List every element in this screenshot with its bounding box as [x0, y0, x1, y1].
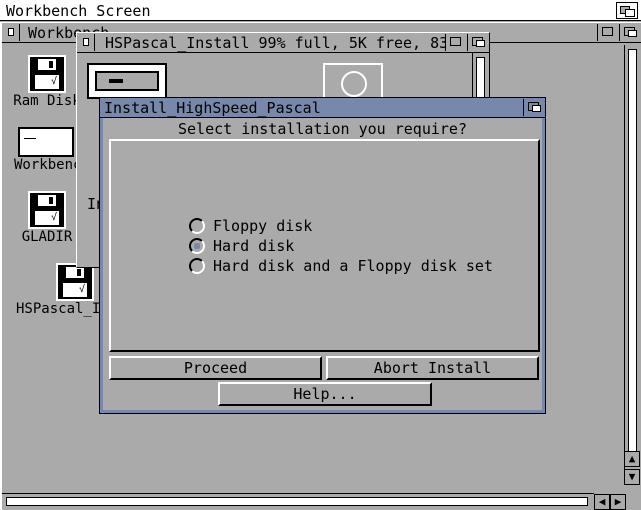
workbench-depth-gadget[interactable]	[619, 24, 641, 41]
arrow-down-icon: ▼	[628, 470, 636, 483]
abort-install-button[interactable]: Abort Install	[326, 356, 539, 380]
option-label: Hard disk and a Floppy disk set	[213, 257, 493, 275]
radio-selected-icon[interactable]	[189, 238, 205, 254]
depth-front-icon	[476, 40, 485, 47]
option-label: Hard disk	[213, 237, 295, 255]
floppy-disk-icon: √	[28, 191, 66, 229]
scroll-left-button[interactable]: ◀	[594, 494, 610, 510]
installer-prompt: Select installation you require?	[178, 120, 467, 138]
drawer-icon[interactable]	[87, 63, 167, 99]
depth-front-icon	[532, 105, 541, 112]
proceed-button[interactable]: Proceed	[109, 356, 322, 380]
option-hard-disk[interactable]: Hard disk	[189, 237, 294, 257]
screen-title-bar[interactable]: Workbench Screen	[0, 0, 641, 21]
vertical-scroll-knob[interactable]	[628, 49, 637, 467]
installation-options-group: Floppy disk Hard disk Hard disk and a Fl…	[109, 139, 540, 352]
radio-icon[interactable]	[189, 258, 205, 274]
hspascal-window-title: HSPascal_Install 99% full, 5K free, 832K	[105, 34, 467, 52]
scroll-down-button[interactable]: ▼	[624, 469, 640, 485]
help-button[interactable]: Help...	[218, 382, 432, 406]
hspascal-title-bar[interactable]: HSPascal_Install 99% full, 5K free, 832K	[77, 33, 489, 53]
installer-window: Install_HighSpeed_Pascal Select installa…	[99, 97, 546, 414]
option-hard-and-floppy[interactable]: Hard disk and a Floppy disk set	[189, 257, 493, 277]
hspascal-zoom-gadget[interactable]	[445, 34, 467, 51]
screen-depth-gadget[interactable]	[616, 2, 638, 19]
radio-icon[interactable]	[189, 218, 205, 234]
scroll-right-button[interactable]: ▶	[610, 494, 626, 510]
horizontal-scroll-knob[interactable]	[6, 497, 588, 506]
floppy-disk-icon: √	[28, 55, 66, 93]
option-floppy-disk[interactable]: Floppy disk	[189, 217, 312, 237]
workbench-vertical-scrollbar[interactable]	[624, 45, 641, 478]
close-icon	[8, 28, 14, 36]
installer-title-bar[interactable]: Install_HighSpeed_Pascal	[100, 98, 545, 118]
floppy-disk-icon: √	[56, 263, 94, 301]
installer-depth-gadget[interactable]	[523, 99, 545, 116]
close-icon	[83, 38, 89, 46]
arrow-right-icon: ▶	[614, 495, 622, 508]
arrow-up-icon: ▲	[628, 452, 636, 465]
installer-body: Select installation you require? Floppy …	[103, 118, 542, 410]
installer-title: Install_HighSpeed_Pascal	[104, 99, 321, 117]
option-label: Floppy disk	[213, 217, 313, 235]
workbench-zoom-gadget[interactable]	[597, 24, 619, 41]
workbench-close-gadget[interactable]	[2, 24, 20, 41]
hard-drive-icon	[18, 127, 74, 157]
depth-front-icon	[625, 9, 635, 17]
hspascal-depth-gadget[interactable]	[467, 34, 489, 51]
screen-title: Workbench Screen	[6, 2, 151, 20]
zoom-icon	[450, 37, 461, 46]
zoom-icon	[602, 27, 613, 36]
hspascal-close-gadget[interactable]	[77, 34, 95, 51]
arrow-left-icon: ◀	[598, 495, 606, 508]
depth-front-icon	[628, 30, 637, 37]
workbench-horizontal-scrollbar[interactable]	[2, 493, 594, 510]
scroll-up-button[interactable]: ▲	[624, 451, 640, 467]
